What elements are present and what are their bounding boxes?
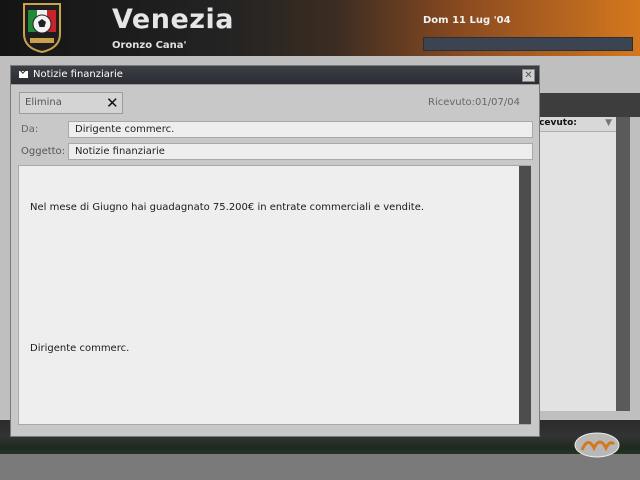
dialog-title: Notizie finanziarie xyxy=(33,69,123,80)
subject-field: Notizie finanziarie xyxy=(68,143,533,160)
manager-name: Oronzo Cana' xyxy=(112,40,187,51)
received-column-header[interactable]: icevuto: ▼ xyxy=(532,117,616,132)
from-field: Dirigente commerc. xyxy=(68,121,533,138)
close-icon[interactable]: ✕ xyxy=(522,69,535,82)
dialog-titlebar[interactable]: Notizie finanziarie ✕ xyxy=(11,66,539,85)
message-body[interactable]: Nel mese di Giugno hai guadagnato 75.200… xyxy=(18,165,531,425)
italy-crest-icon xyxy=(23,3,61,54)
message-dialog: Notizie finanziarie ✕ Elimina ✕ Ricevuto… xyxy=(10,65,540,437)
progress-bar xyxy=(423,37,633,51)
from-label: Da: xyxy=(21,124,39,135)
background-inbox-list xyxy=(532,117,630,411)
footer-strip xyxy=(0,454,640,480)
delete-button[interactable]: Elimina ✕ xyxy=(19,92,123,114)
publisher-logo-icon xyxy=(574,432,620,458)
received-date: Ricevuto:01/07/04 xyxy=(428,97,520,108)
message-scrollbar[interactable] xyxy=(519,166,531,424)
message-text: Nel mese di Giugno hai guadagnato 75.200… xyxy=(30,202,425,213)
received-column-label: icevuto: xyxy=(536,118,577,128)
subject-label: Oggetto: xyxy=(21,146,66,157)
header-bar: Venezia Oronzo Cana' Dom 11 Lug '04 xyxy=(0,0,640,56)
message-signature: Dirigente commerc. xyxy=(30,343,130,354)
triangle-down-icon: ▼ xyxy=(605,118,612,128)
x-icon: ✕ xyxy=(106,94,119,112)
delete-button-label: Elimina xyxy=(25,97,62,108)
envelope-icon xyxy=(19,71,28,78)
current-date: Dom 11 Lug '04 xyxy=(423,15,511,26)
background-toolbar xyxy=(540,93,640,117)
club-name: Venezia xyxy=(112,4,234,35)
